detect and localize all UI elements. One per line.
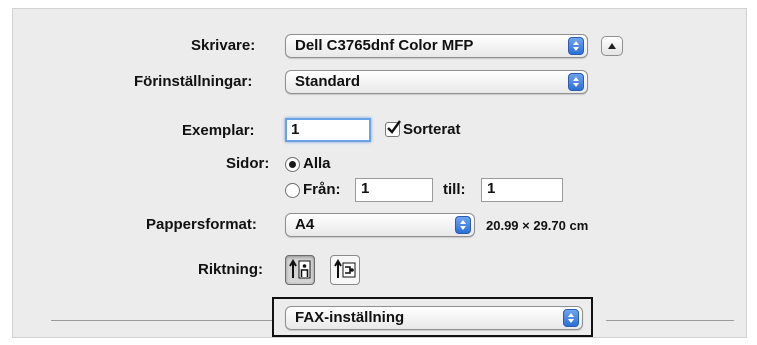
- collate-label: Sorterat: [403, 121, 461, 138]
- pages-range-label: Från:: [303, 181, 341, 198]
- paper-size-popup[interactable]: A4: [285, 213, 475, 237]
- pages-to-input[interactable]: 1: [481, 178, 563, 202]
- printer-value: Dell C3765dnf Color MFP: [295, 37, 474, 54]
- fax-settings-highlight: FAX-inställning: [272, 297, 593, 337]
- disclosure-triangle-up-icon: [608, 43, 616, 49]
- printer-details-toggle-button[interactable]: [601, 36, 623, 56]
- pages-label: Sidor:: [226, 155, 270, 172]
- landscape-orientation-icon: [334, 259, 356, 278]
- printer-label: Skrivare:: [191, 37, 256, 54]
- presets-label: Förinställningar:: [134, 73, 253, 90]
- pages-to-label: till:: [443, 181, 466, 198]
- paper-size-label: Pappersformat:: [146, 216, 257, 233]
- section-menu-value: FAX-inställning: [295, 309, 405, 326]
- presets-popup[interactable]: Standard: [285, 70, 588, 94]
- orientation-portrait-button[interactable]: [285, 255, 315, 285]
- collate-checkbox[interactable]: [385, 120, 401, 137]
- divider-right: [606, 320, 734, 321]
- portrait-orientation-icon: [289, 259, 311, 279]
- orientation-landscape-button[interactable]: [330, 255, 360, 285]
- divider-left: [51, 320, 285, 321]
- up-down-arrows-icon: [563, 309, 579, 327]
- print-dialog-panel: Skrivare: Dell C3765dnf Color MFP Förins…: [12, 8, 747, 338]
- paper-dimensions: 20.99 × 29.70 cm: [486, 218, 589, 233]
- up-down-arrows-icon: [455, 216, 471, 234]
- checkmark-icon: [387, 120, 401, 134]
- pages-all-radio[interactable]: [285, 157, 300, 172]
- up-down-arrows-icon: [568, 73, 584, 91]
- presets-value: Standard: [295, 73, 361, 90]
- section-menu-popup[interactable]: FAX-inställning: [285, 306, 583, 330]
- pages-range-radio[interactable]: [285, 183, 300, 198]
- pages-all-label: Alla: [303, 155, 331, 172]
- copies-input[interactable]: 1: [285, 118, 371, 142]
- paper-size-value: A4: [295, 216, 315, 233]
- pages-from-input[interactable]: 1: [355, 178, 433, 202]
- copies-label: Exemplar:: [182, 122, 255, 139]
- orientation-label: Riktning:: [198, 261, 263, 278]
- up-down-arrows-icon: [568, 37, 584, 55]
- printer-popup[interactable]: Dell C3765dnf Color MFP: [285, 34, 588, 58]
